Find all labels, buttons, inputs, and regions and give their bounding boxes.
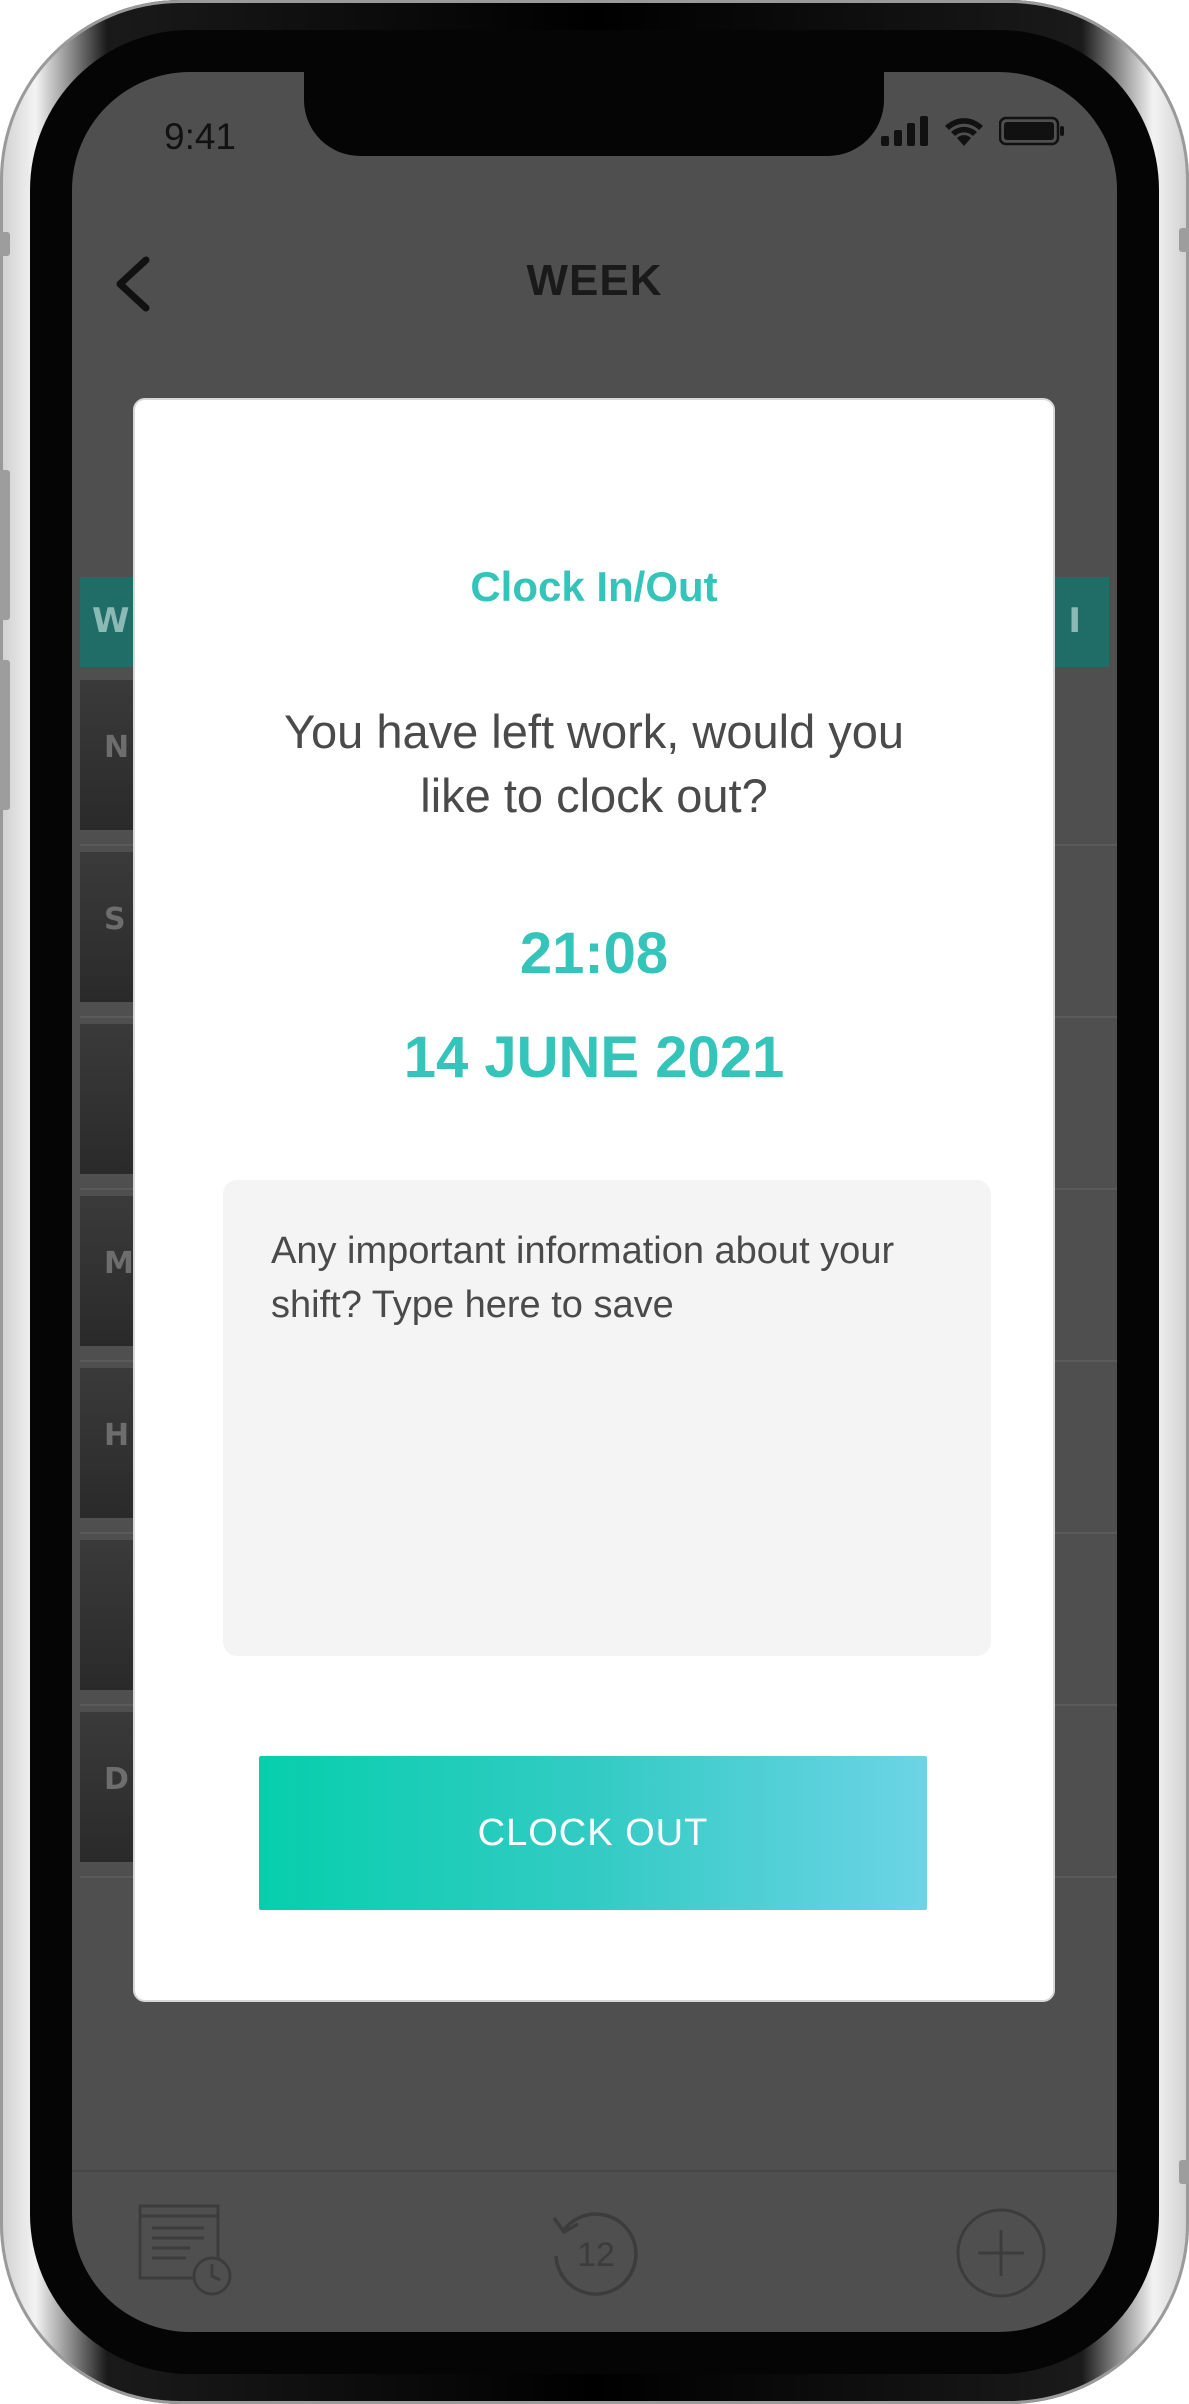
timesheet-icon[interactable] — [138, 2202, 234, 2298]
background-thumbnail — [80, 1024, 136, 1174]
side-button-left — [0, 470, 10, 620]
status-time: 9:41 — [164, 116, 237, 157]
shift-notes-input[interactable] — [223, 1180, 991, 1656]
dialog-title: Clock In/Out — [470, 563, 718, 610]
wifi-icon — [945, 118, 983, 146]
side-button-right — [1179, 228, 1189, 252]
add-icon[interactable] — [954, 2206, 1048, 2300]
background-row-letter: D — [104, 1762, 129, 1797]
battery-icon — [999, 116, 1064, 146]
side-button-left — [0, 660, 10, 810]
status-icons — [881, 116, 1065, 146]
side-button-right — [1179, 2160, 1189, 2184]
background-row-letter: H — [104, 1418, 130, 1453]
history-icon[interactable]: 12 — [546, 2204, 644, 2302]
dialog-message: You have left work, would you like to cl… — [283, 705, 905, 822]
clock-time: 21:08 — [519, 921, 669, 986]
background-header-right: I — [1068, 601, 1081, 641]
history-number: 12 — [577, 2236, 615, 2274]
background-row-letter: M — [104, 1246, 134, 1281]
tab-bar: 12 — [72, 2170, 1117, 2332]
background-header-left: W — [92, 601, 130, 641]
background-row-letter: N — [104, 730, 130, 765]
background-row-letter: S — [104, 902, 126, 937]
signal-icon — [881, 116, 928, 146]
clock-out-button[interactable]: CLOCK OUT — [259, 1756, 927, 1910]
phone-frame: 9:41 WEEK W I N S M H D 12 Clock In/Out … — [0, 0, 1189, 2404]
clock-date: 14 JUNE 2021 — [403, 1025, 785, 1090]
background-thumbnail — [80, 1540, 136, 1690]
phone-notch — [304, 72, 884, 156]
side-button-left — [0, 232, 10, 256]
page-title: WEEK — [526, 256, 663, 305]
clock-in-out-dialog: Clock In/Out You have left work, would y… — [133, 398, 1055, 2002]
